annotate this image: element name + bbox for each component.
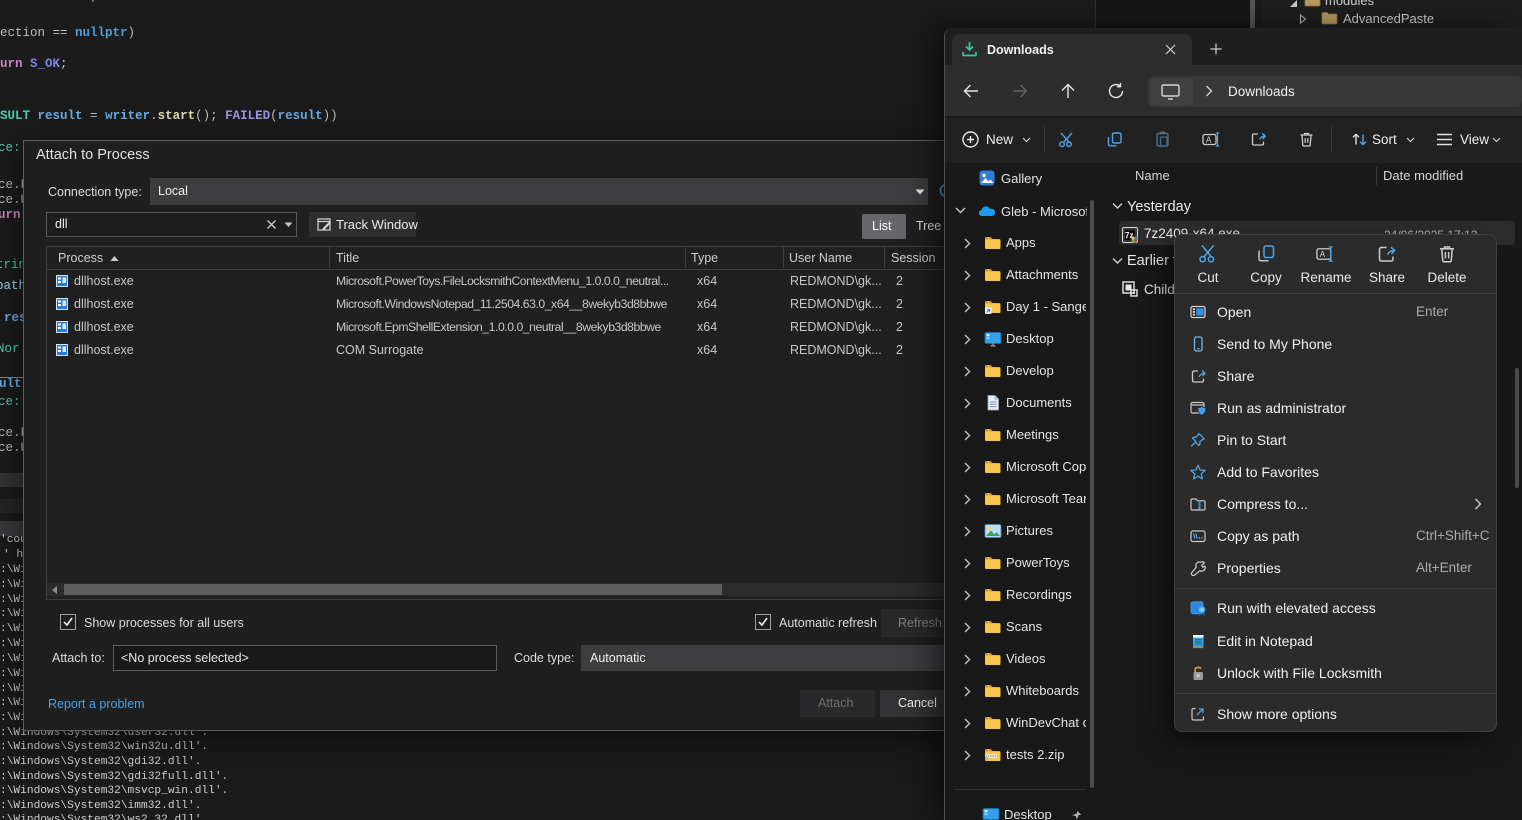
svg-text:A: A [1320, 250, 1326, 259]
svg-text:A: A [1206, 136, 1212, 145]
